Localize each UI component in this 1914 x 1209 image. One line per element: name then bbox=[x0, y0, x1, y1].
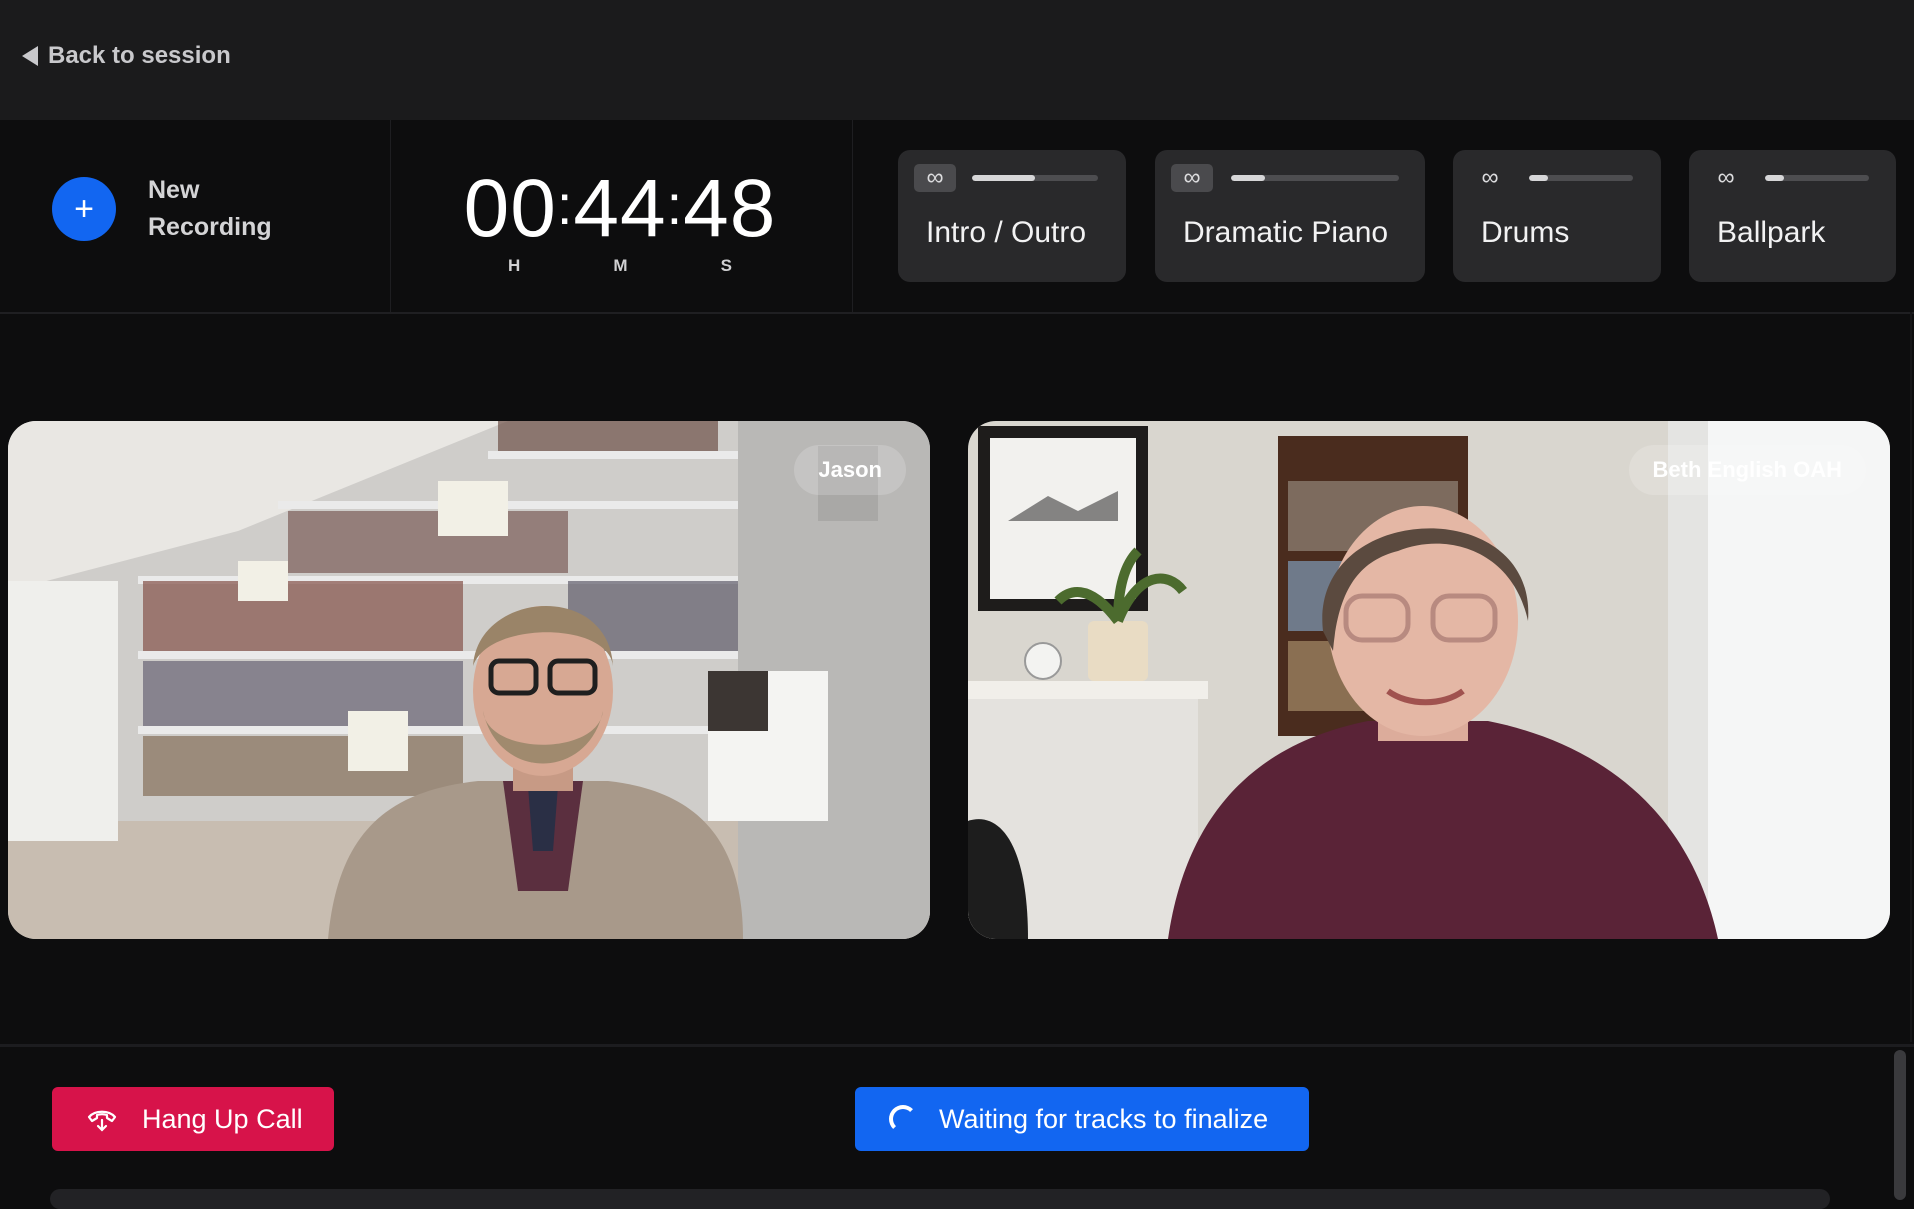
bottom-panel bbox=[50, 1189, 1830, 1209]
scrollbar[interactable] bbox=[1894, 1050, 1906, 1200]
divider bbox=[852, 120, 853, 312]
sound-progress-fill bbox=[1529, 175, 1548, 181]
loop-icon[interactable]: ∞ bbox=[914, 164, 956, 192]
participant-name: Beth English OAH bbox=[1652, 457, 1842, 482]
sound-name: Intro / Outro bbox=[926, 216, 1087, 249]
sound-card-drums[interactable]: ∞ Drums bbox=[1453, 150, 1661, 282]
sound-name: Drums bbox=[1481, 216, 1570, 249]
new-recording-button[interactable]: + New Recording bbox=[52, 172, 288, 246]
participant-video-beth: Beth English OAH bbox=[968, 421, 1890, 939]
waiting-label: Waiting for tracks to finalize bbox=[939, 1103, 1269, 1134]
loop-icon[interactable]: ∞ bbox=[1705, 164, 1747, 192]
video-frame-jason bbox=[8, 421, 930, 939]
sound-name: Ballpark bbox=[1717, 216, 1826, 249]
timer-minutes: 44 bbox=[573, 163, 667, 254]
sound-progress-track bbox=[972, 175, 1098, 181]
sound-card-ballpark[interactable]: ∞ Ballpark bbox=[1689, 150, 1896, 282]
bottom-bar: Hang Up Call Waiting for tracks to final… bbox=[0, 1044, 1914, 1209]
new-recording-label: New Recording bbox=[148, 176, 272, 241]
timer-units: H M S bbox=[508, 256, 732, 276]
sound-progress-track bbox=[1231, 175, 1399, 181]
timer-unit-seconds: S bbox=[720, 256, 732, 275]
sound-progress-fill bbox=[972, 175, 1035, 181]
sound-progress-track bbox=[1765, 175, 1869, 181]
loop-icon[interactable]: ∞ bbox=[1171, 164, 1213, 192]
hang-up-label: Hang Up Call bbox=[142, 1103, 303, 1134]
timer-unit-minutes: M bbox=[613, 256, 628, 275]
divider bbox=[390, 120, 391, 312]
participant-video-jason: Jason bbox=[8, 421, 930, 939]
participant-name-tag: Beth English OAH bbox=[1628, 445, 1866, 495]
waiting-for-tracks-button[interactable]: Waiting for tracks to finalize bbox=[855, 1087, 1309, 1151]
back-label: Back to session bbox=[48, 42, 231, 69]
timer-hours: 00 bbox=[463, 163, 557, 254]
timer-seconds: 48 bbox=[683, 163, 777, 254]
sound-card-dramatic-piano[interactable]: ∞ Dramatic Piano bbox=[1155, 150, 1425, 282]
controls-strip: + New Recording 00:44:48 H M S ∞ Intro /… bbox=[0, 120, 1914, 314]
plus-icon: + bbox=[52, 177, 116, 241]
caret-left-icon bbox=[22, 46, 38, 66]
timer-digits: 00:44:48 bbox=[463, 163, 777, 254]
sound-card-intro-outro[interactable]: ∞ Intro / Outro bbox=[898, 150, 1126, 282]
recording-timer: 00:44:48 H M S bbox=[460, 160, 780, 276]
loop-icon[interactable]: ∞ bbox=[1469, 164, 1511, 192]
edge-line bbox=[1910, 312, 1912, 1042]
back-to-session-link[interactable]: Back to session bbox=[22, 42, 231, 70]
phone-hangup-icon bbox=[87, 1110, 117, 1132]
timer-unit-hours: H bbox=[508, 256, 521, 275]
participant-name-tag: Jason bbox=[794, 445, 906, 495]
sound-progress-fill bbox=[1231, 175, 1265, 181]
top-bar: Back to session bbox=[0, 0, 1914, 120]
participant-name: Jason bbox=[818, 457, 882, 482]
hang-up-call-button[interactable]: Hang Up Call bbox=[52, 1087, 334, 1151]
sound-progress-track bbox=[1529, 175, 1633, 181]
sound-progress-fill bbox=[1765, 175, 1784, 181]
video-frame-beth bbox=[968, 421, 1890, 939]
sound-name: Dramatic Piano bbox=[1183, 216, 1389, 249]
spinner-icon bbox=[889, 1105, 917, 1133]
